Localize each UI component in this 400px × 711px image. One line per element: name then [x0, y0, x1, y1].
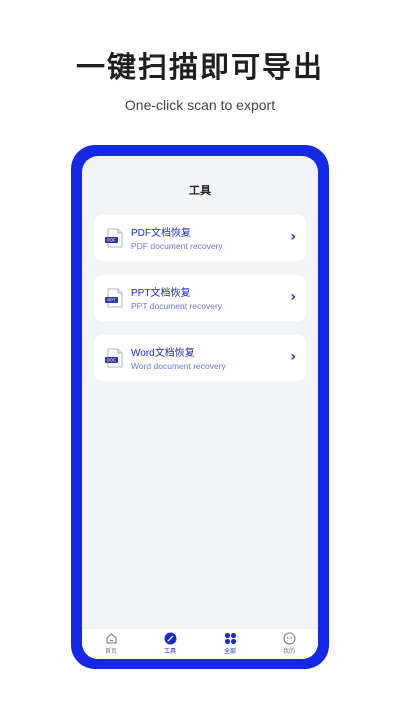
tool-card-subtitle: PPT document recovery — [131, 301, 223, 311]
tool-card-subtitle: Word document recovery — [131, 361, 226, 371]
file-badge: PPT — [107, 298, 116, 303]
tool-card-subtitle: PDF document recovery — [131, 241, 223, 251]
tab-label: 全部 — [223, 648, 236, 655]
tab-label: 首页 — [104, 648, 117, 655]
promo-subtitle: One-click scan to export — [124, 97, 276, 113]
tool-card-title: PDF文档恢复 — [131, 228, 191, 239]
phone-frame: 工具 PDF PDF文档恢复 PDF document recovery › P… — [71, 145, 329, 669]
grid-icon — [224, 632, 236, 645]
chevron-right-icon: › — [290, 349, 296, 365]
tab-tools[interactable]: 工具 — [145, 632, 195, 655]
home-icon — [105, 633, 117, 644]
doc-file-icon: DOC — [105, 348, 123, 368]
page-title: 工具 — [189, 184, 211, 197]
chevron-right-icon: › — [290, 229, 296, 245]
bottom-tab-bar: 首页 工具 全部 我的 — [82, 629, 318, 659]
pdf-file-icon: PDF — [105, 228, 123, 248]
tab-label: 工具 — [163, 648, 176, 655]
file-badge: DOC — [107, 358, 116, 363]
chevron-right-icon: › — [290, 289, 296, 305]
tool-card-title: Word文档恢复 — [131, 348, 195, 359]
ppt-file-icon: PPT — [105, 288, 123, 308]
tool-card-word[interactable]: DOC Word文档恢复 Word document recovery › — [94, 335, 306, 381]
promo-title: 一键扫描即可导出 — [75, 50, 324, 84]
tab-label: 我的 — [282, 648, 295, 655]
tab-mine[interactable]: 我的 — [264, 632, 314, 655]
file-badge: PDF — [107, 238, 116, 243]
tool-card-title: PPT文档恢复 — [131, 288, 191, 299]
tool-icon — [164, 632, 176, 645]
app-screen: 工具 PDF PDF文档恢复 PDF document recovery › P… — [82, 156, 318, 659]
tool-card-ppt[interactable]: PPT PPT文档恢复 PPT document recovery › — [94, 275, 306, 321]
tab-home[interactable]: 首页 — [86, 632, 136, 655]
profile-face-icon — [282, 632, 296, 645]
tab-all[interactable]: 全部 — [205, 632, 255, 655]
tool-card-pdf[interactable]: PDF PDF文档恢复 PDF document recovery › — [94, 215, 306, 261]
